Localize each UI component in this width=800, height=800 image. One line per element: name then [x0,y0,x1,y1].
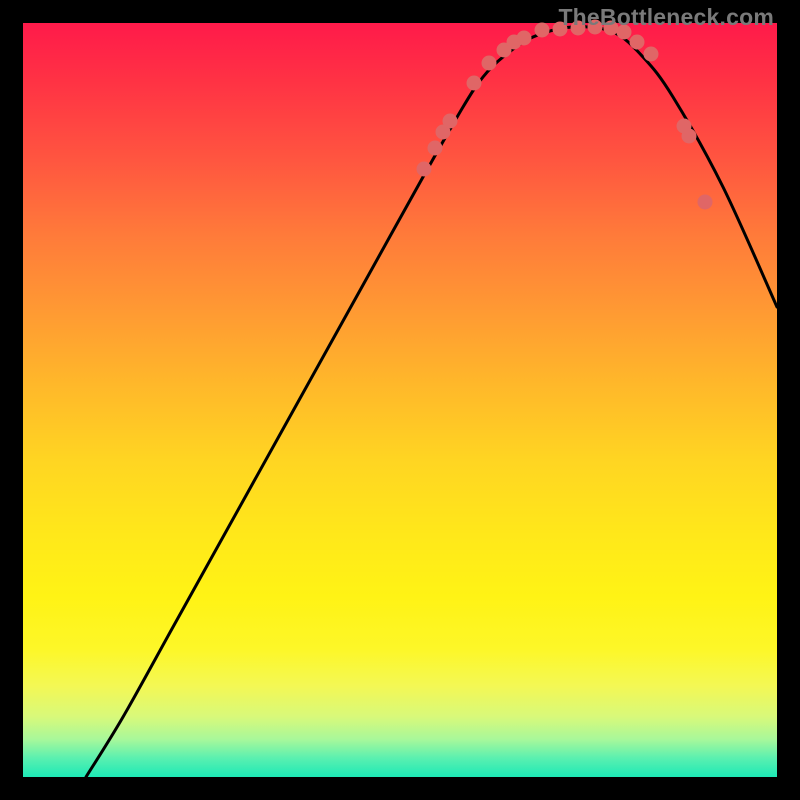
bottleneck-curve [86,27,777,777]
highlight-point [698,195,713,210]
chart-container: TheBottleneck.com [0,0,800,800]
highlight-point [535,23,550,38]
highlight-point [482,56,497,71]
highlight-point [443,114,458,129]
curve-svg [23,23,777,777]
plot-area [23,23,777,777]
highlight-point [467,76,482,91]
watermark-text: TheBottleneck.com [558,4,774,31]
highlight-point [682,129,697,144]
highlight-point [417,162,432,177]
highlight-point [630,35,645,50]
highlight-point [428,141,443,156]
highlight-point [644,47,659,62]
highlight-point [517,31,532,46]
